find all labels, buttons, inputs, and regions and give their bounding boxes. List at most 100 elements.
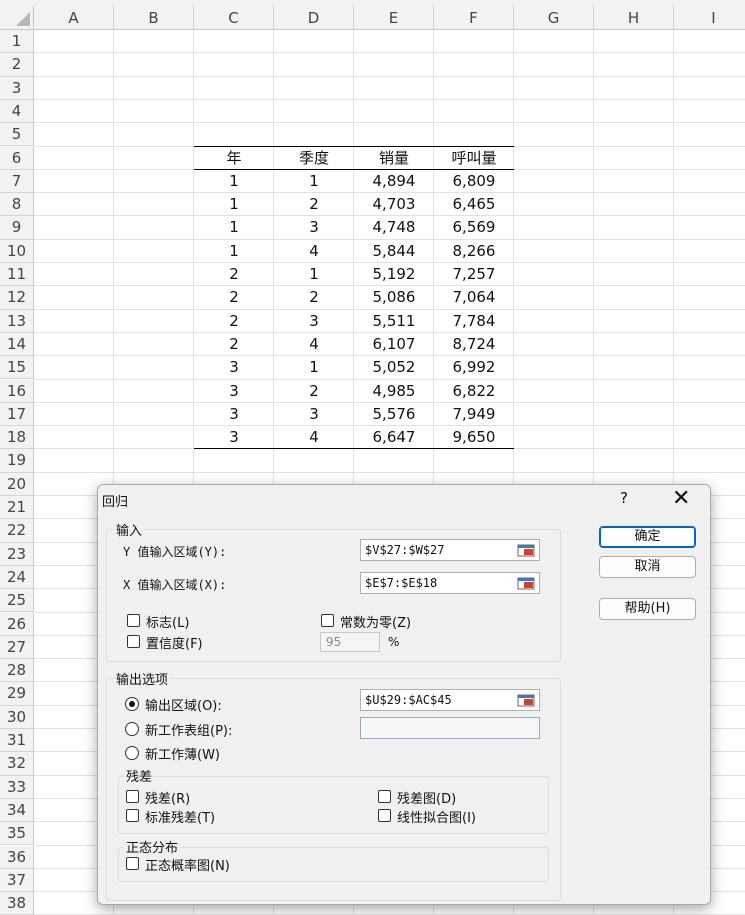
- select-all-corner[interactable]: [0, 6, 34, 30]
- x-range-collapse-icon[interactable]: [515, 575, 537, 591]
- table-cell[interactable]: 4: [274, 426, 354, 449]
- y-range-collapse-icon[interactable]: [515, 542, 537, 558]
- table-cell[interactable]: 3: [274, 310, 354, 333]
- table-cell[interactable]: 2: [274, 193, 354, 216]
- row-header-10[interactable]: 10: [0, 239, 34, 263]
- normal-plot-checkbox[interactable]: [126, 857, 139, 870]
- table-cell[interactable]: 3: [194, 356, 274, 379]
- row-header-25[interactable]: 25: [0, 589, 34, 613]
- table-cell[interactable]: 1: [194, 170, 274, 193]
- table-cell[interactable]: 2: [274, 380, 354, 403]
- row-header-32[interactable]: 32: [0, 752, 34, 776]
- row-header-2[interactable]: 2: [0, 53, 34, 77]
- table-header-cell[interactable]: 年: [194, 147, 274, 170]
- table-cell[interactable]: 1: [274, 263, 354, 286]
- row-header-24[interactable]: 24: [0, 565, 34, 590]
- confidence-input[interactable]: 95: [320, 632, 380, 652]
- table-cell[interactable]: 6,822: [434, 380, 514, 403]
- table-cell[interactable]: 7,784: [434, 310, 514, 333]
- std-residuals-checkbox[interactable]: [126, 809, 139, 822]
- row-header-20[interactable]: 20: [0, 472, 34, 496]
- table-cell[interactable]: 4,703: [354, 193, 434, 216]
- row-header-3[interactable]: 3: [0, 76, 34, 100]
- table-cell[interactable]: 7,257: [434, 263, 514, 286]
- table-cell[interactable]: 1: [194, 193, 274, 216]
- row-header-34[interactable]: 34: [0, 798, 34, 823]
- row-header-22[interactable]: 22: [0, 519, 34, 543]
- row-header-15[interactable]: 15: [0, 356, 34, 380]
- row-header-35[interactable]: 35: [0, 822, 34, 846]
- table-cell[interactable]: 5,192: [354, 263, 434, 286]
- help-icon[interactable]: ?: [620, 489, 628, 507]
- row-header-12[interactable]: 12: [0, 286, 34, 310]
- row-header-18[interactable]: 18: [0, 426, 34, 450]
- row-header-19[interactable]: 19: [0, 449, 34, 473]
- table-cell[interactable]: 1: [274, 170, 354, 193]
- row-header-21[interactable]: 21: [0, 496, 34, 520]
- column-header-g[interactable]: G: [514, 6, 594, 30]
- table-cell[interactable]: 5,844: [354, 240, 434, 263]
- residual-plots-checkbox[interactable]: [378, 790, 391, 803]
- table-cell[interactable]: 6,107: [354, 333, 434, 356]
- table-cell[interactable]: 2: [194, 286, 274, 309]
- row-header-9[interactable]: 9: [0, 216, 34, 240]
- const-zero-checkbox[interactable]: [321, 614, 334, 627]
- confidence-checkbox[interactable]: [127, 635, 140, 648]
- row-header-4[interactable]: 4: [0, 99, 34, 124]
- table-cell[interactable]: 6,809: [434, 170, 514, 193]
- row-header-31[interactable]: 31: [0, 729, 34, 753]
- column-header-h[interactable]: H: [594, 6, 674, 30]
- table-cell[interactable]: 7,064: [434, 286, 514, 309]
- new-sheet-radio[interactable]: [125, 722, 139, 736]
- table-cell[interactable]: 2: [194, 310, 274, 333]
- column-header-c[interactable]: C: [194, 6, 274, 30]
- new-book-radio[interactable]: [125, 746, 139, 760]
- new-sheet-input[interactable]: [360, 717, 540, 739]
- table-cell[interactable]: 3: [194, 403, 274, 426]
- row-header-38[interactable]: 38: [0, 892, 34, 915]
- table-cell[interactable]: 2: [274, 286, 354, 309]
- row-header-11[interactable]: 11: [0, 263, 34, 287]
- table-cell[interactable]: 5,576: [354, 403, 434, 426]
- table-cell[interactable]: 4,985: [354, 380, 434, 403]
- table-header-cell[interactable]: 销量: [354, 147, 434, 170]
- table-cell[interactable]: 8,266: [434, 240, 514, 263]
- table-cell[interactable]: 1: [194, 216, 274, 239]
- row-header-27[interactable]: 27: [0, 635, 34, 660]
- column-header-f[interactable]: F: [434, 6, 514, 30]
- row-header-29[interactable]: 29: [0, 682, 34, 706]
- row-header-16[interactable]: 16: [0, 379, 34, 403]
- table-cell[interactable]: 2: [194, 333, 274, 356]
- close-icon[interactable]: ✕: [672, 485, 690, 513]
- row-header-14[interactable]: 14: [0, 332, 34, 357]
- table-cell[interactable]: 3: [194, 426, 274, 449]
- line-fit-plots-checkbox[interactable]: [378, 809, 391, 822]
- table-cell[interactable]: 4,894: [354, 170, 434, 193]
- column-header-d[interactable]: D: [274, 6, 354, 30]
- row-header-37[interactable]: 37: [0, 868, 34, 893]
- column-header-e[interactable]: E: [354, 6, 434, 30]
- row-header-23[interactable]: 23: [0, 542, 34, 566]
- table-cell[interactable]: 9,650: [434, 426, 514, 449]
- y-range-input[interactable]: $V$27:$W$27: [360, 539, 540, 561]
- table-header-cell[interactable]: 季度: [274, 147, 354, 170]
- ok-button[interactable]: 确定: [599, 526, 696, 548]
- table-cell[interactable]: 1: [274, 356, 354, 379]
- row-header-17[interactable]: 17: [0, 402, 34, 427]
- column-header-i[interactable]: I: [674, 6, 745, 30]
- row-header-5[interactable]: 5: [0, 123, 34, 147]
- labels-checkbox[interactable]: [127, 614, 140, 627]
- output-range-collapse-icon[interactable]: [515, 692, 537, 708]
- table-cell[interactable]: 6,569: [434, 216, 514, 239]
- row-header-7[interactable]: 7: [0, 169, 34, 194]
- table-cell[interactable]: 5,511: [354, 310, 434, 333]
- column-header-a[interactable]: A: [34, 6, 114, 30]
- row-header-36[interactable]: 36: [0, 845, 34, 869]
- row-header-26[interactable]: 26: [0, 612, 34, 636]
- table-header-cell[interactable]: 呼叫量: [434, 147, 514, 170]
- table-cell[interactable]: 8,724: [434, 333, 514, 356]
- table-cell[interactable]: 1: [194, 240, 274, 263]
- table-cell[interactable]: 4: [274, 240, 354, 263]
- row-header-33[interactable]: 33: [0, 775, 34, 799]
- table-cell[interactable]: 5,086: [354, 286, 434, 309]
